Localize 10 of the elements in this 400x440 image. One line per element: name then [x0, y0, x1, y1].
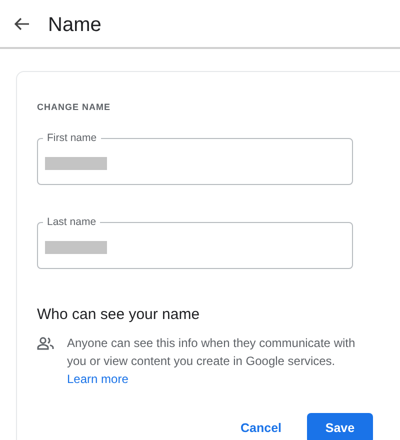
save-button[interactable]: Save [307, 413, 373, 440]
page-title: Name [48, 12, 102, 38]
section-heading: CHANGE NAME [37, 102, 111, 112]
back-arrow-icon[interactable] [14, 16, 30, 30]
visibility-text: Anyone can see this info when they communicate with you or view content you create in Google services. Learn more [67, 335, 356, 388]
learn-more-link[interactable]: Learn more [67, 372, 128, 386]
redacted-value [45, 157, 107, 170]
people-icon [37, 337, 54, 350]
redacted-value [45, 241, 107, 254]
section-title: Who can see your name [37, 305, 200, 325]
